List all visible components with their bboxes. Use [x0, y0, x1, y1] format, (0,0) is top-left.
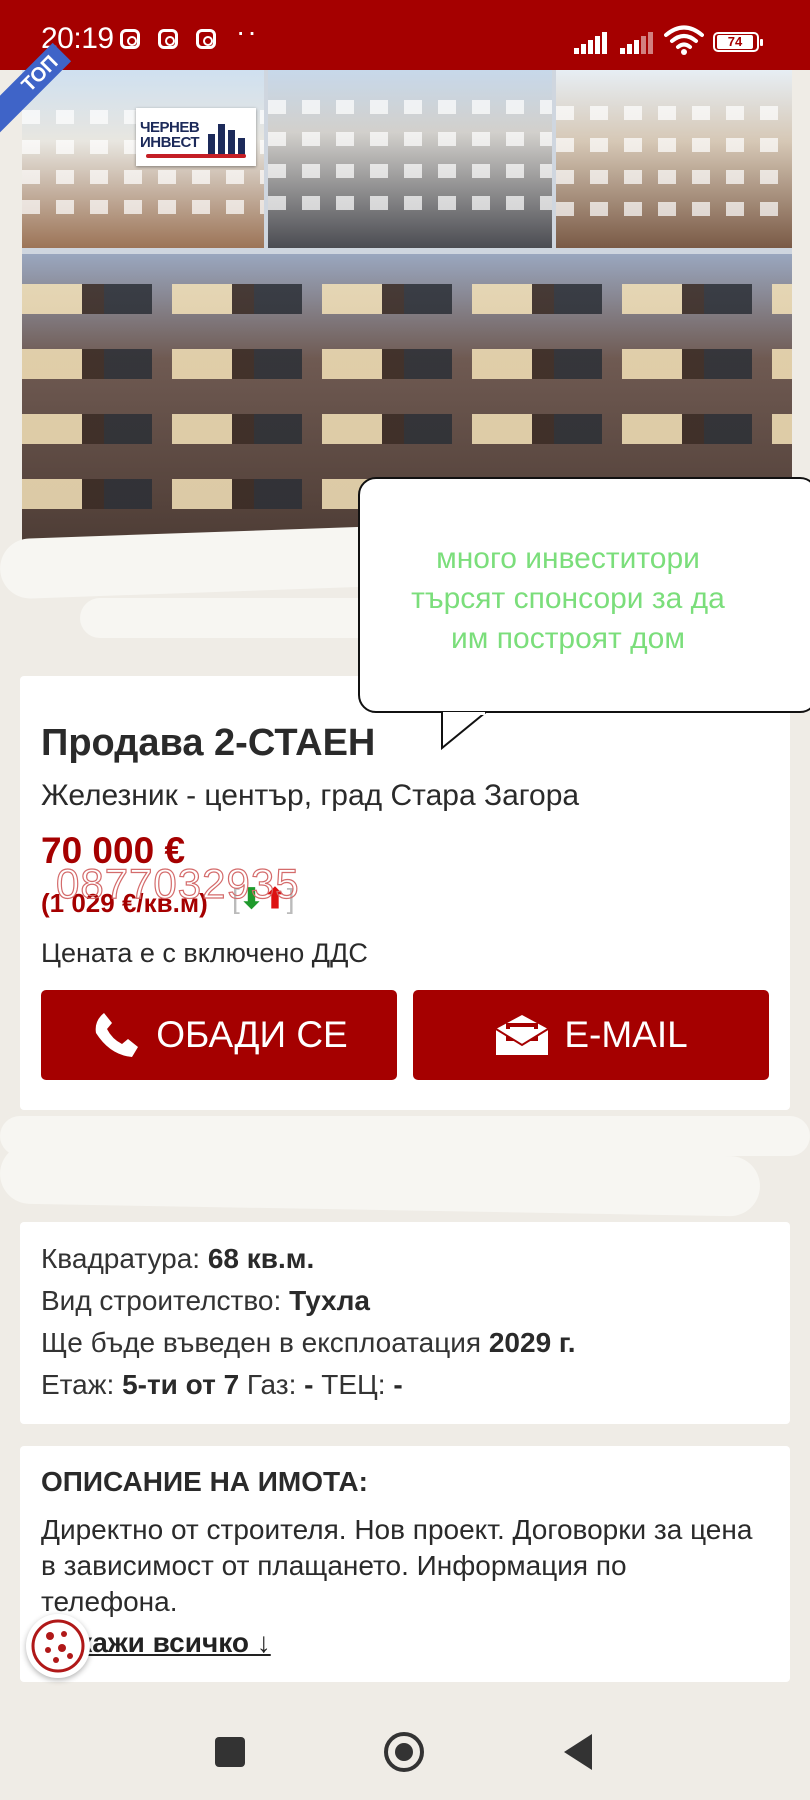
envelope-icon: [494, 1013, 550, 1057]
email-button-label: E-MAIL: [564, 1014, 688, 1055]
detail-construction: Вид строителство: Тухла: [41, 1285, 370, 1316]
instagram-icon: [120, 29, 140, 49]
call-button[interactable]: ОБАДИ СЕ: [41, 990, 397, 1080]
home-icon[interactable]: [384, 1732, 424, 1772]
description-text: Директно от строителя. Нов проект. Догов…: [41, 1514, 753, 1617]
more-notifications-icon: ··: [236, 16, 259, 47]
photo-tile: [268, 70, 552, 248]
listing-location: Железник - център, град Стара Загора: [41, 779, 580, 812]
battery-level: 74: [717, 35, 753, 49]
email-button[interactable]: E-MAIL: [413, 990, 769, 1080]
cookie-icon[interactable]: [26, 1614, 90, 1678]
detail-commissioning: Ще бъде въведен в експлоатация 2029 г.: [41, 1327, 576, 1358]
description-heading: ОПИСАНИЕ НА ИМОТА:: [41, 1466, 368, 1497]
listing-title: Продава 2-СТАЕН: [41, 722, 376, 764]
scribble: [0, 1143, 761, 1217]
signal-icon: [620, 30, 656, 54]
instagram-icon: [158, 29, 178, 49]
phone-watermark: 0877032935: [55, 859, 300, 907]
scribble: [80, 598, 400, 638]
back-icon[interactable]: [564, 1734, 592, 1770]
wifi-icon: [664, 25, 704, 55]
speech-bubble-tail: [441, 712, 487, 751]
speech-bubble-text: много инвеститори търсят спонсори за да …: [411, 542, 725, 655]
detail-floor: Етаж: 5-ти от 7 Газ: - ТЕЦ: -: [41, 1369, 403, 1400]
recents-icon[interactable]: [215, 1737, 245, 1767]
system-nav-bar: [0, 1690, 810, 1800]
call-button-label: ОБАДИ СЕ: [156, 1014, 348, 1055]
photo-tile: [556, 70, 792, 248]
signal-icon: [574, 30, 610, 54]
phone-icon: [90, 1009, 142, 1061]
status-bar: 20:19 ·· 74: [0, 0, 810, 70]
instagram-icon: [196, 29, 216, 49]
detail-area: Квадратура: 68 кв.м.: [41, 1243, 315, 1274]
vat-note: Цената е с включено ДДС: [41, 938, 368, 968]
brand-logo: ЧЕРНЕВ ИНВЕСТ: [136, 108, 256, 166]
speech-bubble: много инвеститори търсят спонсори за да …: [358, 477, 810, 713]
battery-icon: 74: [713, 32, 763, 52]
